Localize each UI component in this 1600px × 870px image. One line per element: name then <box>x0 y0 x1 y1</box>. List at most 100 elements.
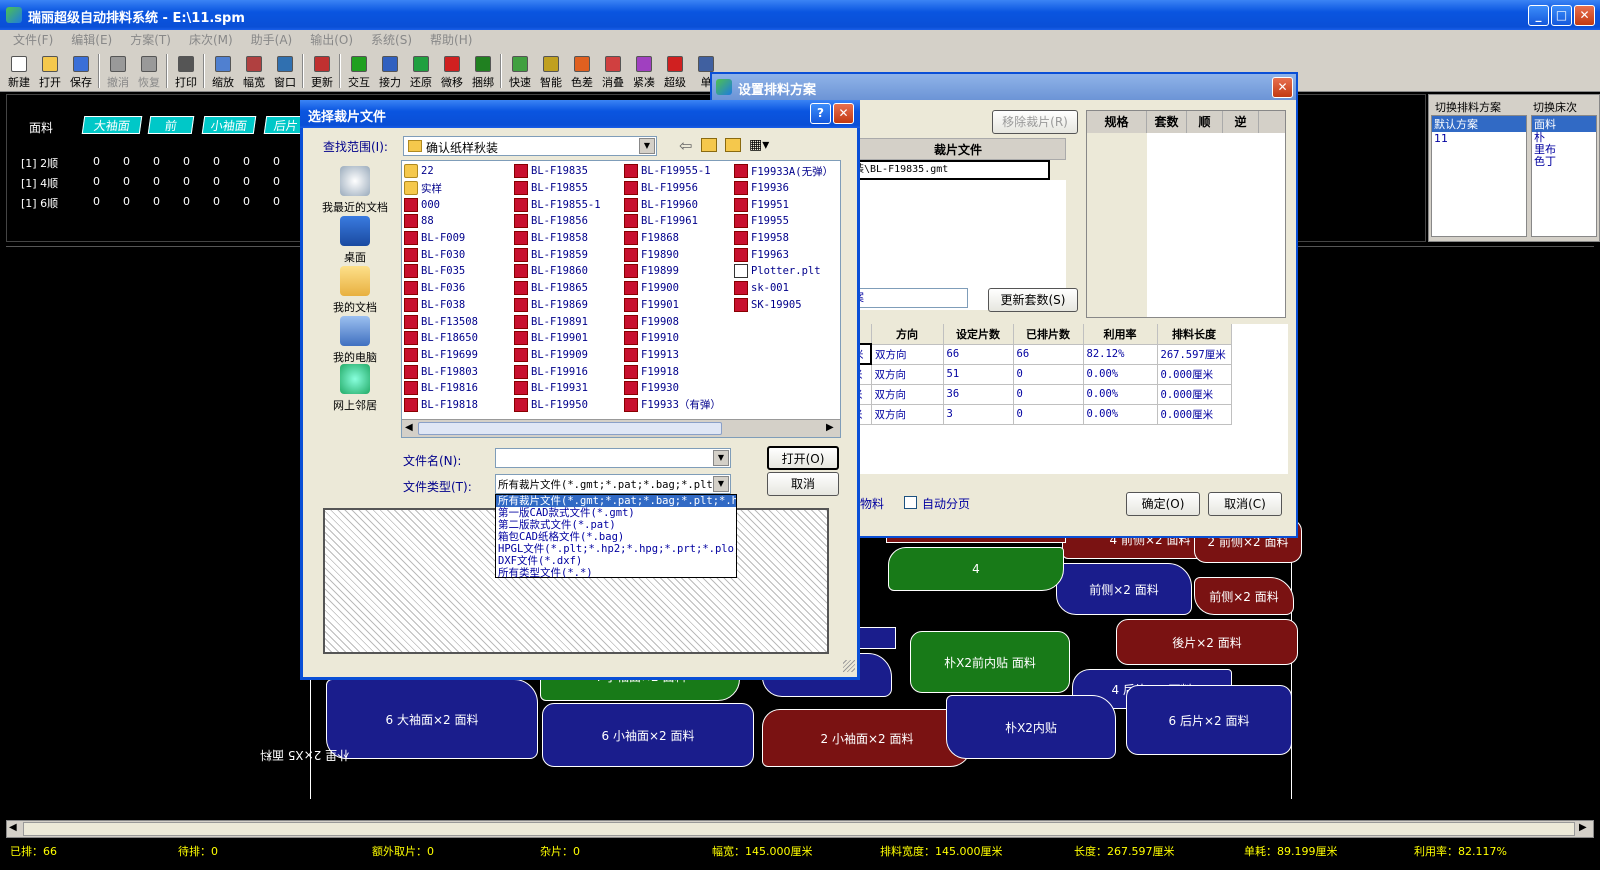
toolbar-button[interactable]: 还原 <box>406 52 436 90</box>
file-item[interactable]: F19930 <box>624 380 734 397</box>
toolbar-button[interactable]: 窗口 <box>270 52 300 90</box>
file-item[interactable]: F19868 <box>624 230 734 247</box>
toolbar-button[interactable]: 保存 <box>66 52 96 90</box>
menu-item[interactable]: 助手(A) <box>242 30 302 50</box>
file-item[interactable]: F19936 <box>734 180 840 197</box>
marker-piece[interactable]: 6 大袖面×2 面料 <box>326 679 538 759</box>
file-item[interactable]: BL-F035 <box>404 263 514 280</box>
marker-piece[interactable]: 6 小袖面×2 面料 <box>542 703 754 767</box>
scroll-thumb[interactable] <box>418 422 722 435</box>
table-row[interactable]: 米双方向5100.00%0.000厘米 <box>849 364 1232 385</box>
file-item[interactable]: BL-F19859 <box>514 246 624 263</box>
file-item[interactable]: BL-F19865 <box>514 280 624 297</box>
file-item[interactable]: 88 <box>404 213 514 230</box>
file-item[interactable]: BL-F19955-1 <box>624 163 734 180</box>
marker-piece[interactable]: 後片×2 面料 <box>1116 619 1298 665</box>
filetype-option[interactable]: HPGL文件(*.plt;*.hp2;*.hpg;*.prt;*.plo) <box>496 543 736 555</box>
file-item[interactable]: Plotter.plt <box>734 263 840 280</box>
file-item[interactable]: F19933（有弹） <box>624 397 734 414</box>
file-item[interactable]: F19910 <box>624 330 734 347</box>
filetype-option[interactable]: 第一版CAD款式文件(*.gmt) <box>496 507 736 519</box>
table-cell[interactable]: 51 <box>943 364 1014 385</box>
table-cell[interactable]: 3 <box>943 404 1014 425</box>
filetype-option[interactable]: 所有类型文件(*.*) <box>496 567 736 579</box>
file-item[interactable]: F19963 <box>734 246 840 263</box>
file-item[interactable]: BL-F19960 <box>624 196 734 213</box>
menu-item[interactable]: 系统(S) <box>362 30 421 50</box>
marker-piece[interactable]: 朴X2前内贴 面料 <box>910 631 1070 693</box>
file-item[interactable]: BL-F19856 <box>514 213 624 230</box>
file-item[interactable]: SK-19905 <box>734 297 840 314</box>
scroll-left-arrow[interactable]: ◀ <box>405 422 413 433</box>
bed-item[interactable]: 面料 <box>1532 116 1596 132</box>
filetype-option[interactable]: 第二版款式文件(*.pat) <box>496 519 736 531</box>
plan-item[interactable]: 默认方案 <box>1432 116 1526 132</box>
filename-input[interactable]: ▼ <box>495 448 731 468</box>
toolbar-button[interactable]: 色差 <box>567 52 597 90</box>
place-desktop[interactable]: 桌面 <box>315 216 395 265</box>
resize-grip[interactable] <box>843 660 855 672</box>
toolbar-button[interactable]: 快速 <box>505 52 535 90</box>
scroll-right-arrow[interactable]: ▶ <box>1579 822 1587 833</box>
chevron-down-icon[interactable]: ▼ <box>713 450 729 466</box>
marker-piece[interactable]: 4 <box>888 547 1064 591</box>
file-item[interactable]: F19899 <box>624 263 734 280</box>
file-item[interactable]: F19913 <box>624 347 734 364</box>
file-item[interactable]: BL-F19818 <box>404 397 514 414</box>
plan-item[interactable]: 11 <box>1432 132 1526 145</box>
place-my-docs[interactable]: 我的文档 <box>315 266 395 315</box>
place-recent[interactable]: 我最近的文档 <box>315 166 395 215</box>
file-item[interactable]: F19933A(无弹） <box>734 163 840 180</box>
toolbar-button[interactable]: 缩放 <box>208 52 238 90</box>
file-item[interactable]: BL-F19835 <box>514 163 624 180</box>
scroll-left-arrow[interactable]: ◀ <box>9 822 17 833</box>
piece-tag[interactable]: 大袖面 <box>81 116 143 134</box>
file-item[interactable]: BL-F19860 <box>514 263 624 280</box>
toolbar-button[interactable]: 打印 <box>171 52 201 90</box>
piece-tag[interactable]: 小袖面 <box>201 116 257 134</box>
file-item[interactable]: 22 <box>404 163 514 180</box>
filetype-option[interactable]: 所有裁片文件(*.gmt;*.pat;*.bag;*.plt;*.hp <box>496 495 736 507</box>
table-cell[interactable]: 36 <box>943 384 1014 405</box>
toolbar-button[interactable]: 打开 <box>35 52 65 90</box>
help-button[interactable]: ? <box>810 103 831 124</box>
file-item[interactable]: BL-F19855 <box>514 180 624 197</box>
chevron-down-icon[interactable]: ▼ <box>639 138 655 154</box>
file-item[interactable]: F19901 <box>624 297 734 314</box>
menu-item[interactable]: 文件(F) <box>4 30 62 50</box>
marker-piece[interactable]: 朴X2内贴 <box>946 695 1116 759</box>
toolbar-button[interactable]: 幅宽 <box>239 52 269 90</box>
horizontal-scrollbar[interactable]: ◀ ▶ <box>6 820 1594 838</box>
file-item[interactable]: BL-F19909 <box>514 347 624 364</box>
toolbar-button[interactable]: 消叠 <box>598 52 628 90</box>
scroll-right-arrow[interactable]: ▶ <box>826 422 834 433</box>
marker-piece[interactable]: 前侧×2 面料 <box>1056 563 1192 615</box>
toolbar-button[interactable]: 微移 <box>437 52 467 90</box>
file-item[interactable]: BL-F038 <box>404 297 514 314</box>
table-row[interactable]: 米双方向666682.12%267.597厘米 <box>848 343 1232 365</box>
file-item[interactable]: sk-001 <box>734 280 840 297</box>
new-folder-icon[interactable] <box>725 138 741 152</box>
file-cancel-button[interactable]: 取消 <box>767 472 839 496</box>
minimize-button[interactable]: _ <box>1528 5 1549 26</box>
back-icon[interactable]: ⇦ <box>679 136 692 155</box>
menu-item[interactable]: 帮助(H) <box>421 30 481 50</box>
setup-close-button[interactable]: ✕ <box>1272 77 1293 98</box>
file-item[interactable]: BL-F18650 <box>404 330 514 347</box>
file-item[interactable]: BL-F19816 <box>404 380 514 397</box>
toolbar-button[interactable]: 超级 <box>660 52 690 90</box>
marker-piece[interactable]: 2 小袖面×2 面料 <box>762 709 972 767</box>
toolbar-button[interactable]: 新建 <box>4 52 34 90</box>
marker-piece[interactable]: 6 后片×2 面料 <box>1126 685 1292 755</box>
setup-cancel-button[interactable]: 取消(C) <box>1208 492 1282 516</box>
open-button[interactable]: 打开(O) <box>767 446 839 470</box>
view-menu-icon[interactable]: ▦▾ <box>749 137 769 153</box>
file-item[interactable]: F19918 <box>624 363 734 380</box>
piece-file-value[interactable]: 装\BL-F19835.gmt <box>850 160 1050 180</box>
plan-list[interactable]: 默认方案 11 <box>1431 115 1527 237</box>
file-item[interactable]: F19908 <box>624 313 734 330</box>
file-list-hscroll[interactable]: ◀ ▶ <box>402 419 840 437</box>
table-row[interactable]: 米双方向3600.00%0.000厘米 <box>849 384 1232 405</box>
file-item[interactable]: BL-F19931 <box>514 380 624 397</box>
toolbar-button[interactable]: 交互 <box>344 52 374 90</box>
